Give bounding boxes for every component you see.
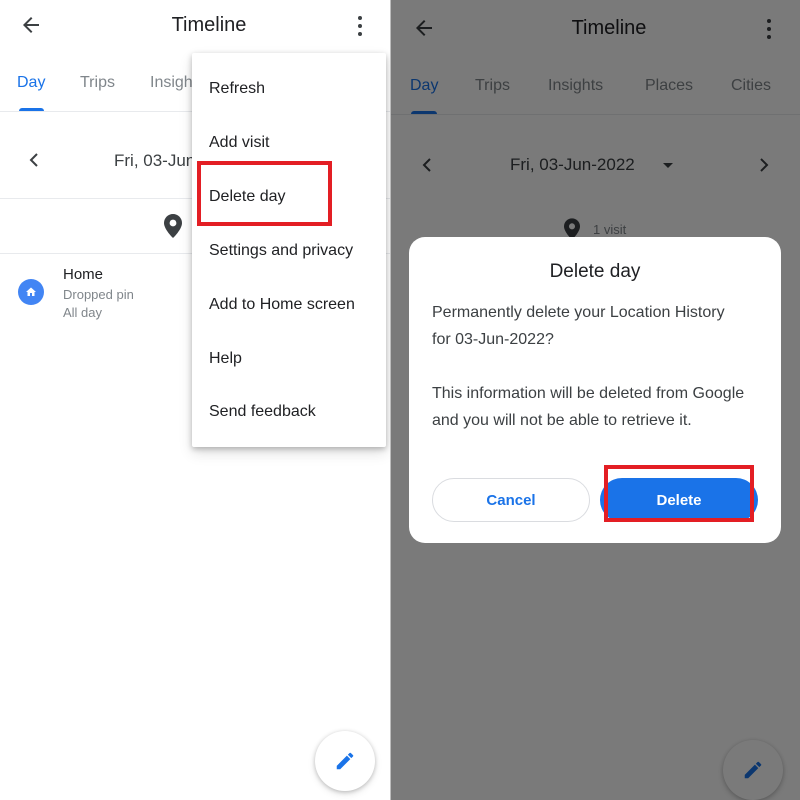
edit-fab[interactable]: [315, 731, 375, 791]
location-pin-icon: [164, 214, 182, 238]
menu-item-refresh[interactable]: Refresh: [192, 62, 386, 116]
more-options-button[interactable]: [357, 16, 363, 36]
panel-separator: [390, 0, 391, 800]
menu-item-send-feedback[interactable]: Send feedback: [192, 385, 386, 439]
cancel-button[interactable]: Cancel: [432, 478, 590, 522]
menu-item-delete-day[interactable]: Delete day: [192, 170, 386, 224]
overflow-menu: Refresh Add visit Delete day Settings an…: [192, 53, 386, 447]
menu-item-add-to-home-screen[interactable]: Add to Home screen: [192, 278, 386, 332]
menu-item-help[interactable]: Help: [192, 332, 386, 386]
item-time: All day: [63, 305, 103, 320]
more-vert-icon-dot: [358, 16, 362, 20]
dialog-title: Delete day: [549, 261, 641, 282]
previous-day-button[interactable]: [27, 153, 41, 172]
tab-day[interactable]: Day: [17, 74, 45, 92]
tab-trips[interactable]: Trips: [80, 74, 115, 92]
chevron-left-icon: [29, 153, 38, 167]
menu-item-settings-privacy[interactable]: Settings and privacy: [192, 224, 386, 278]
home-badge: [18, 279, 44, 305]
home-icon: [26, 287, 36, 296]
list-item[interactable]: Home Dropped pin All day: [18, 266, 218, 322]
more-vert-icon-dot: [358, 32, 362, 36]
arrow-back-icon: [23, 17, 39, 33]
delete-button[interactable]: Delete: [600, 478, 758, 522]
dialog-warning: This information will be deleted from Go…: [432, 385, 745, 429]
dialog-message: Permanently delete your Location History…: [432, 304, 725, 348]
edit-pencil-icon: [336, 752, 354, 770]
more-vert-icon-dot: [358, 24, 362, 28]
left-screen: Timeline Day Trips Insights Fri, 03-Jun-…: [0, 0, 391, 800]
delete-day-dialog: Delete day Permanently delete your Locat…: [409, 237, 781, 543]
item-title: Home: [63, 266, 104, 283]
summary-pin: [164, 214, 182, 243]
page-title: Timeline: [171, 14, 247, 36]
item-subtitle: Dropped pin: [63, 287, 134, 302]
back-button[interactable]: [19, 13, 43, 42]
right-screen: Timeline Day Trips Insights Places Citie…: [391, 0, 800, 800]
menu-item-add-visit[interactable]: Add visit: [192, 116, 386, 170]
